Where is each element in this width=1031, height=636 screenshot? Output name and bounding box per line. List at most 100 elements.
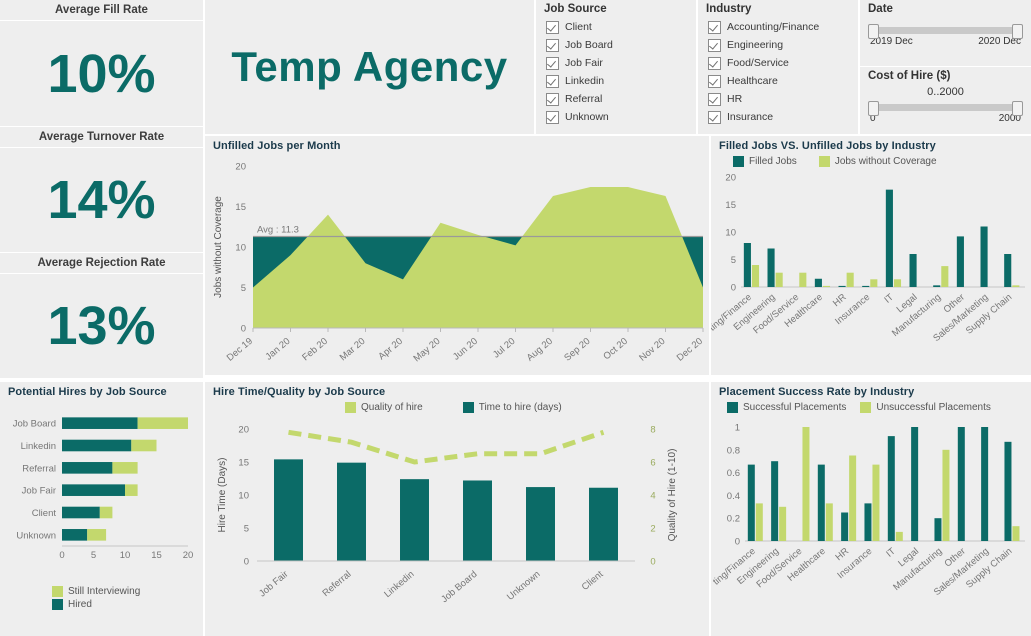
checkbox-icon[interactable] bbox=[546, 38, 559, 52]
svg-text:0.8: 0.8 bbox=[727, 445, 740, 456]
checkbox-icon[interactable] bbox=[708, 74, 721, 88]
cost-slider-knob-right[interactable] bbox=[1012, 101, 1023, 116]
kpi-value-rejection-rate: 13% bbox=[47, 296, 156, 356]
legend-label: Hired bbox=[68, 599, 92, 610]
checkbox-label: Healthcare bbox=[727, 75, 778, 87]
chart-unfilled-jobs-per-month[interactable]: Unfilled Jobs per Month Avg : 11.3 0 5 10 15… bbox=[205, 136, 709, 375]
checkbox-icon[interactable] bbox=[546, 74, 559, 88]
legend-item-quality-of-hire[interactable]: Quality of hire bbox=[345, 402, 423, 413]
checkbox-icon[interactable] bbox=[708, 56, 721, 70]
filter-job-source-list[interactable]: Client Job Board Job Fair Linkedin Refer… bbox=[536, 18, 696, 126]
checkbox-icon[interactable] bbox=[708, 92, 721, 106]
checkbox-icon[interactable] bbox=[546, 20, 559, 34]
checkbox-label: Job Board bbox=[565, 39, 613, 51]
cost-slider[interactable]: 0 2000 bbox=[860, 101, 1031, 124]
svg-text:Job Board: Job Board bbox=[439, 569, 479, 605]
checkbox-row-food-service[interactable]: Food/Service bbox=[698, 54, 858, 72]
legend-item-time-to-hire[interactable]: Time to hire (days) bbox=[462, 402, 562, 413]
svg-text:0: 0 bbox=[731, 283, 736, 294]
kpi-card-fill-rate: 10% bbox=[0, 21, 203, 126]
filter-job-source[interactable]: Job Source Client Job Board Job Fair Lin… bbox=[536, 0, 696, 134]
date-slider[interactable]: 2019 Dec 2020 Dec bbox=[860, 24, 1031, 47]
checkbox-row-unknown[interactable]: Unknown bbox=[536, 108, 696, 126]
filter-industry[interactable]: Industry Accounting/Finance Engineering … bbox=[698, 0, 858, 134]
checkbox-row-client[interactable]: Client bbox=[536, 18, 696, 36]
checkbox-icon[interactable] bbox=[708, 20, 721, 34]
svg-text:Client: Client bbox=[32, 508, 57, 519]
svg-text:Referral: Referral bbox=[320, 569, 353, 599]
checkbox-label: Job Fair bbox=[565, 57, 603, 69]
chart-legend: Still Interviewing Hired bbox=[0, 586, 203, 610]
checkbox-icon[interactable] bbox=[708, 110, 721, 124]
svg-text:10: 10 bbox=[725, 228, 736, 239]
checkbox-label: Insurance bbox=[727, 111, 774, 123]
svg-text:1: 1 bbox=[735, 423, 740, 434]
legend-item-unsuccessful-placements[interactable]: Unsuccessful Placements bbox=[860, 402, 991, 413]
area-chart-canvas[interactable]: Avg : 11.3 0 5 10 15 20 Dec 19 Jan 20 Feb 20 Mar … bbox=[205, 152, 709, 370]
chart-hire-time-quality[interactable]: Hire Time/Quality by Job Source Quality … bbox=[205, 382, 709, 636]
checkbox-row-insurance[interactable]: Insurance bbox=[698, 108, 858, 126]
legend-label: Still Interviewing bbox=[68, 586, 141, 597]
legend-swatch bbox=[345, 402, 356, 413]
bar-chart-canvas[interactable]: 00.20.40.60.81ting/FinanceEngineeringFoo… bbox=[711, 413, 1031, 628]
legend-label: Time to hire (days) bbox=[478, 402, 562, 413]
svg-text:10: 10 bbox=[238, 491, 249, 502]
svg-text:10: 10 bbox=[120, 550, 131, 561]
checkbox-row-job-fair[interactable]: Job Fair bbox=[536, 54, 696, 72]
svg-text:0: 0 bbox=[735, 537, 740, 548]
hbar-chart-canvas[interactable]: Job Board Linkedin Referral Job Fair Client U… bbox=[0, 398, 203, 588]
checkbox-icon[interactable] bbox=[546, 92, 559, 106]
svg-text:8: 8 bbox=[650, 425, 655, 436]
svg-text:Quality of Hire (1-10): Quality of Hire (1-10) bbox=[667, 449, 678, 542]
checkbox-row-accounting-finance[interactable]: Accounting/Finance bbox=[698, 18, 858, 36]
dashboard-title-panel: Temp Agency bbox=[205, 0, 534, 134]
svg-text:Client: Client bbox=[580, 569, 606, 593]
svg-text:6: 6 bbox=[650, 458, 655, 469]
cost-slider-knob-left[interactable] bbox=[868, 101, 879, 116]
checkbox-label: Accounting/Finance bbox=[727, 21, 820, 33]
checkbox-row-linkedin[interactable]: Linkedin bbox=[536, 72, 696, 90]
checkbox-row-engineering[interactable]: Engineering bbox=[698, 36, 858, 54]
date-slider-knob-right[interactable] bbox=[1012, 24, 1023, 39]
legend-swatch bbox=[818, 156, 830, 167]
date-slider-knob-left[interactable] bbox=[868, 24, 879, 39]
filter-cost-of-hire[interactable]: Cost of Hire ($) 0..2000 0 2000 bbox=[860, 67, 1031, 134]
filter-industry-list[interactable]: Accounting/Finance Engineering Food/Serv… bbox=[698, 18, 858, 126]
svg-text:5: 5 bbox=[731, 255, 736, 266]
chart-placement-success-rate[interactable]: Placement Success Rate by Industry Succe… bbox=[711, 382, 1031, 636]
filter-date-title: Date bbox=[868, 3, 893, 15]
svg-text:Apr 20: Apr 20 bbox=[376, 336, 405, 362]
svg-text:20: 20 bbox=[183, 550, 194, 561]
filter-date[interactable]: Date 2019 Dec 2020 Dec bbox=[860, 0, 1031, 66]
checkbox-row-hr[interactable]: HR bbox=[698, 90, 858, 108]
legend-item-filled-jobs[interactable]: Filled Jobs bbox=[733, 156, 797, 167]
legend-item-successful-placements[interactable]: Successful Placements bbox=[727, 402, 846, 413]
cost-slider-track[interactable] bbox=[868, 101, 1023, 116]
chart-legend: Filled Jobs Jobs without Coverage bbox=[711, 152, 1031, 167]
date-slider-track[interactable] bbox=[868, 24, 1023, 39]
svg-text:0: 0 bbox=[59, 550, 64, 561]
svg-text:Sep 20: Sep 20 bbox=[562, 336, 592, 364]
svg-text:Referral: Referral bbox=[22, 463, 56, 474]
legend-item-jobs-without-coverage[interactable]: Jobs without Coverage bbox=[818, 156, 937, 167]
checkbox-row-healthcare[interactable]: Healthcare bbox=[698, 72, 858, 90]
checkbox-icon[interactable] bbox=[708, 38, 721, 52]
checkbox-row-referral[interactable]: Referral bbox=[536, 90, 696, 108]
bar-chart-canvas[interactable]: 05101520ting/FinanceEngineeringFood/Serv… bbox=[711, 167, 1031, 367]
legend-item-still-interviewing[interactable]: Still Interviewing bbox=[52, 586, 203, 597]
svg-text:IT: IT bbox=[882, 292, 896, 306]
svg-text:0.4: 0.4 bbox=[727, 491, 740, 502]
svg-text:Mar 20: Mar 20 bbox=[338, 336, 368, 363]
svg-text:4: 4 bbox=[650, 491, 655, 502]
legend-item-hired[interactable]: Hired bbox=[52, 599, 203, 610]
checkbox-row-job-board[interactable]: Job Board bbox=[536, 36, 696, 54]
svg-text:0: 0 bbox=[244, 557, 249, 568]
svg-text:5: 5 bbox=[241, 283, 246, 294]
combo-chart-canvas[interactable]: 0 5 10 15 20 0 2 4 6 8 Job Fair Referral Linkedin Job… bbox=[205, 413, 709, 628]
svg-text:20: 20 bbox=[235, 162, 246, 173]
checkbox-icon[interactable] bbox=[546, 56, 559, 70]
checkbox-icon[interactable] bbox=[546, 110, 559, 124]
chart-potential-hires[interactable]: Potential Hires by Job Source Job Board L… bbox=[0, 382, 203, 636]
chart-filled-vs-unfilled[interactable]: Filled Jobs VS. Unfilled Jobs by Industr… bbox=[711, 136, 1031, 375]
filter-industry-title: Industry bbox=[706, 3, 752, 15]
